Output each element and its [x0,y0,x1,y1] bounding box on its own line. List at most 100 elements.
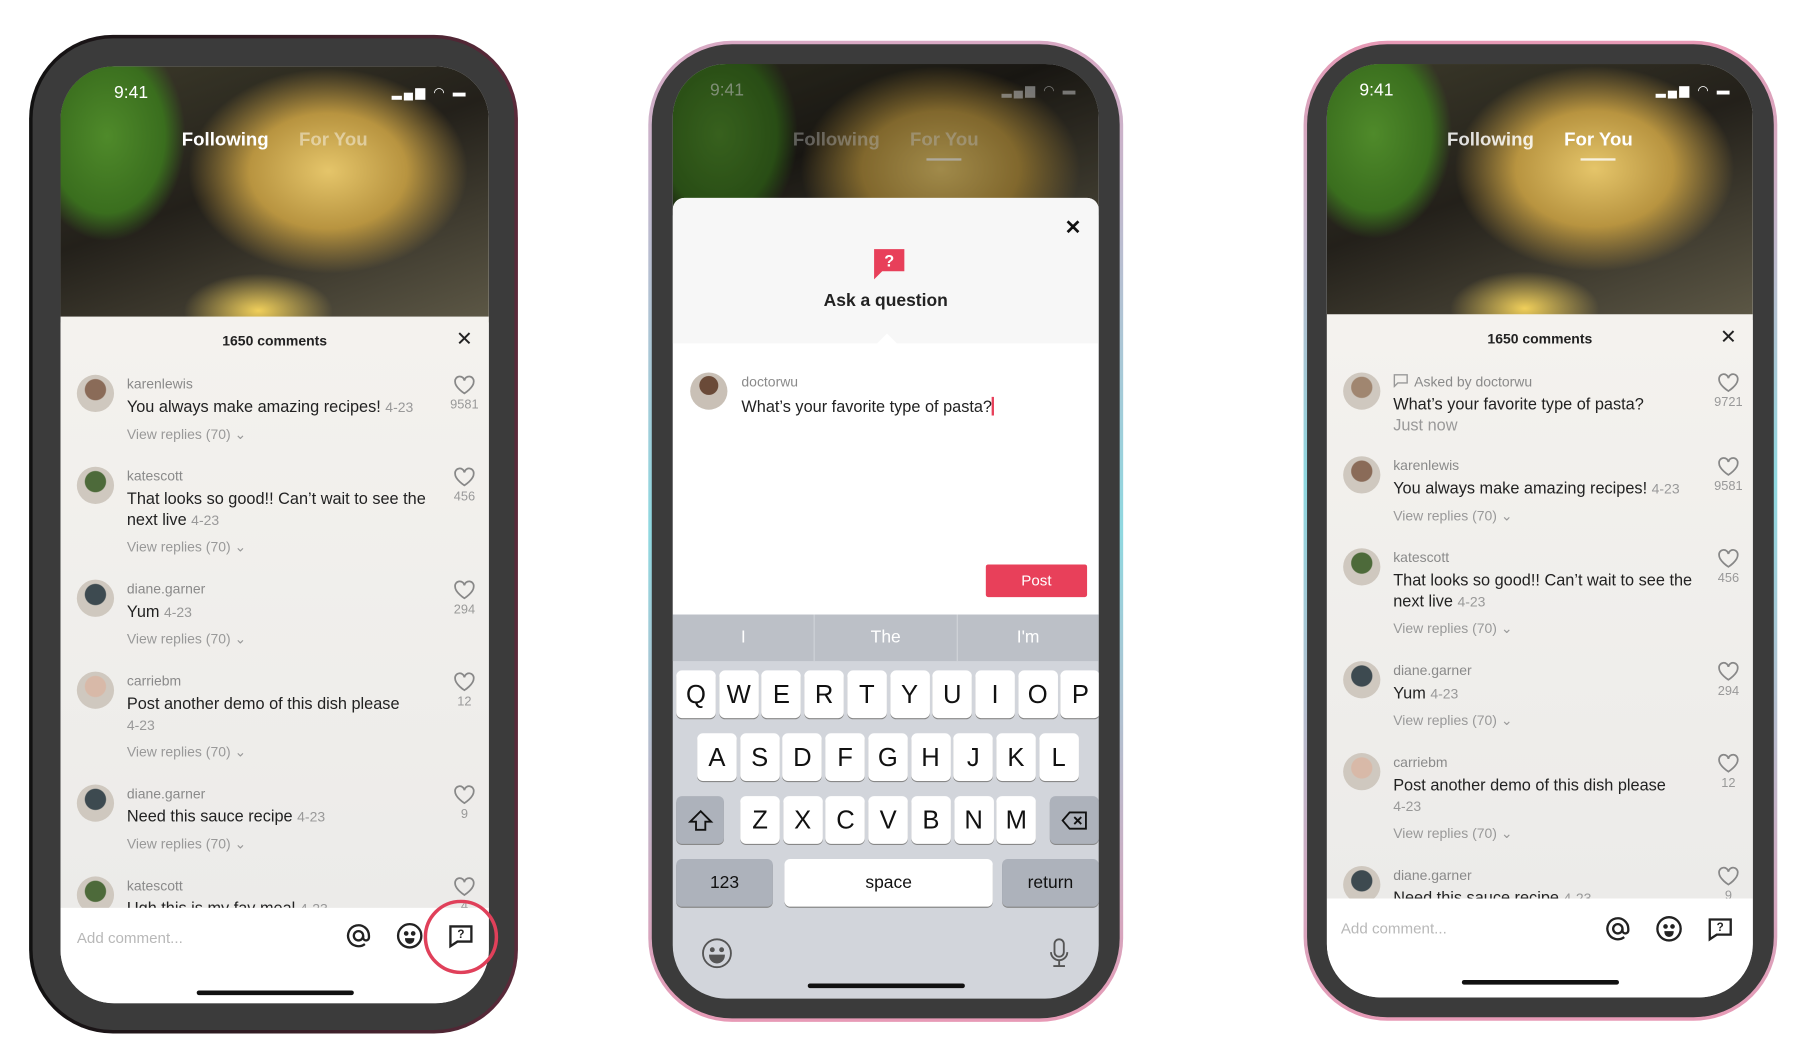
key-r[interactable]: R [804,670,844,719]
key-y[interactable]: Y [889,670,930,719]
tab-for-you[interactable]: For You [299,130,368,160]
comment-username[interactable]: diane.garner [127,580,431,601]
suggestion[interactable]: The [815,614,958,662]
key-s[interactable]: S [739,733,780,781]
question-input[interactable]: What’s your favorite type of pasta? [741,396,995,416]
key-k[interactable]: K [996,733,1036,781]
comment-date: 4-23 [297,808,326,826]
close-icon[interactable]: ✕ [1720,326,1737,349]
add-comment-input[interactable]: Add comment... [1341,919,1447,936]
ask-question-icon[interactable]: ? [1706,915,1734,949]
key-a[interactable]: A [697,733,737,781]
view-replies-link[interactable]: View replies (70) ⌄ [127,531,431,559]
comment-username[interactable]: katescott [1393,548,1694,569]
numbers-key[interactable]: 123 [676,858,773,907]
key-i[interactable]: I [975,670,1015,719]
like-button[interactable]: 456 [1711,548,1746,585]
key-n[interactable]: N [953,796,994,844]
like-button[interactable]: 294 [1711,661,1746,698]
microphone-icon[interactable] [1048,937,1071,970]
backspace-key[interactable] [1049,796,1099,844]
key-c[interactable]: C [825,796,866,844]
comment-username[interactable]: katescott [127,467,431,488]
add-comment-input[interactable]: Add comment... [77,929,183,946]
comment-body: Yum [126,601,160,621]
view-replies-link[interactable]: View replies (70) ⌄ [1393,704,1694,732]
post-button[interactable]: Post [985,564,1088,598]
like-button[interactable]: 294 [447,580,482,617]
comment-username[interactable]: carriebm [127,672,431,693]
key-v[interactable]: V [868,796,908,844]
key-u[interactable]: U [932,670,973,719]
key-t[interactable]: T [847,670,887,719]
like-button[interactable]: 9 [447,784,482,822]
emoji-icon[interactable] [396,922,424,956]
comment-username[interactable]: diane.garner [127,784,431,805]
comment-username[interactable]: katescott [127,876,431,897]
tab-for-you[interactable]: For You [910,130,979,161]
close-icon[interactable]: ✕ [456,328,473,351]
key-x[interactable]: X [782,796,823,844]
suggestion[interactable]: I [673,614,816,662]
key-m[interactable]: M [996,796,1037,844]
tab-for-you[interactable]: For You [1564,130,1633,161]
like-button[interactable]: 9581 [1711,456,1746,493]
key-g[interactable]: G [868,733,908,781]
avatar[interactable] [76,466,115,504]
tab-following[interactable]: Following [793,130,880,160]
mention-icon[interactable] [1604,915,1632,949]
view-replies-link[interactable]: View replies (70) ⌄ [1393,499,1694,527]
like-button[interactable]: 12 [447,672,482,709]
key-j[interactable]: J [953,733,994,781]
comment-username[interactable]: diane.garner [1393,661,1694,682]
space-key[interactable]: space [784,858,993,907]
comment-username[interactable]: diane.garner [1393,866,1694,887]
key-o[interactable]: O [1017,670,1058,719]
emoji-icon[interactable] [1655,915,1683,949]
key-e[interactable]: E [761,670,802,719]
view-replies-link[interactable]: View replies (70) ⌄ [1393,612,1694,640]
suggestion[interactable]: I'm [957,615,1098,662]
key-f[interactable]: F [825,733,865,781]
view-replies-link[interactable]: View replies (70) ⌄ [1393,817,1694,845]
video[interactable]: 9:41 ▂▄▆ ◠ ▬ Following For You [60,66,489,323]
video[interactable]: 9:41 ▂▄▆ ◠ ▬ Following For You [672,64,1099,216]
avatar[interactable] [76,579,115,617]
avatar[interactable] [1343,548,1381,586]
view-replies-link[interactable]: View replies (70) ⌄ [127,828,431,856]
mention-icon[interactable] [345,922,373,956]
key-b[interactable]: B [911,796,951,844]
avatar[interactable] [76,671,115,709]
close-icon[interactable]: ✕ [1065,216,1082,239]
comment-username[interactable]: carriebm [1393,753,1694,774]
avatar[interactable] [1343,661,1381,699]
like-button[interactable]: 9721 [1711,372,1746,410]
view-replies-link[interactable]: View replies (70) ⌄ [127,736,431,764]
emoji-keyboard-icon[interactable] [701,937,734,970]
avatar[interactable] [1343,753,1381,791]
like-button[interactable]: 456 [447,467,482,504]
key-w[interactable]: W [718,670,759,719]
avatar[interactable] [1343,372,1381,410]
like-button[interactable]: 9581 [447,375,482,412]
avatar[interactable] [76,374,115,413]
key-q[interactable]: Q [676,670,716,719]
key-h[interactable]: H [910,733,951,781]
key-z[interactable]: Z [740,796,780,844]
avatar[interactable] [1343,456,1381,494]
key-d[interactable]: D [782,733,823,781]
key-l[interactable]: L [1038,733,1079,781]
comment-username[interactable]: karenlewis [1393,456,1694,477]
avatar[interactable] [76,784,115,822]
view-replies-link[interactable]: View replies (70) ⌄ [127,418,431,446]
like-button[interactable]: 12 [1711,753,1746,790]
like-count: 294 [1717,684,1740,699]
return-key[interactable]: return [1002,858,1099,907]
video[interactable]: 9:41 ▂▄▆ ◠ ▬ Following For You [1326,64,1753,321]
tab-following[interactable]: Following [1447,130,1534,160]
view-replies-link[interactable]: View replies (70) ⌄ [127,623,431,651]
key-p[interactable]: P [1060,670,1099,719]
tab-following[interactable]: Following [182,130,269,160]
shift-key[interactable] [676,796,724,844]
comment-username[interactable]: karenlewis [127,375,431,396]
